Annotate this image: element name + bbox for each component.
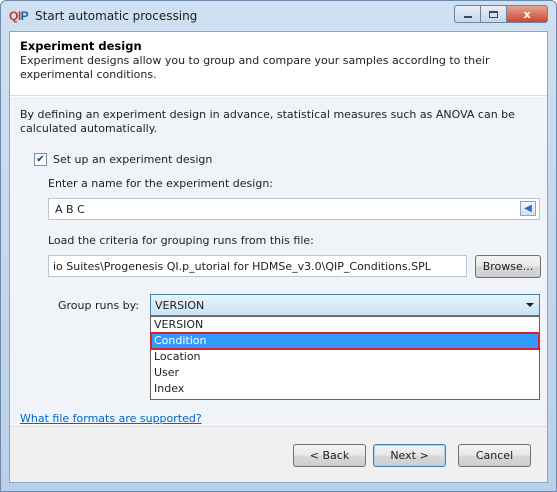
- page-description: Experiment designs allow you to group an…: [20, 54, 490, 81]
- maximize-icon: [489, 10, 498, 18]
- design-name-label: Enter a name for the experiment design:: [48, 177, 273, 190]
- cancel-button[interactable]: Cancel: [458, 444, 531, 467]
- dropdown-option-user[interactable]: User: [151, 365, 539, 381]
- minimize-button[interactable]: [454, 5, 480, 23]
- minimize-icon: [463, 16, 472, 18]
- wizard-header: Experiment design Experiment designs all…: [10, 32, 547, 96]
- chevron-down-icon: [526, 303, 534, 307]
- group-runs-select[interactable]: VERSION: [150, 294, 540, 316]
- design-name-value: A B C: [55, 203, 85, 216]
- intro-text: By defining an experiment design in adva…: [20, 108, 515, 135]
- window-controls: x: [454, 5, 548, 23]
- group-runs-dropdown-list: VERSION Condition Location User Index: [150, 316, 540, 400]
- criteria-file-path-value: io Suites\Progenesis QI.p_utorial for HD…: [53, 260, 431, 273]
- dropdown-option-version[interactable]: VERSION: [151, 317, 539, 333]
- close-button[interactable]: x: [506, 5, 548, 23]
- criteria-file-path-input[interactable]: io Suites\Progenesis QI.p_utorial for HD…: [48, 255, 467, 277]
- browse-button[interactable]: Browse...: [475, 255, 541, 278]
- wizard-footer: < Back Next > Cancel: [10, 426, 547, 482]
- dialog-content: Experiment design Experiment designs all…: [9, 31, 548, 483]
- setup-design-checkbox[interactable]: ✔: [34, 153, 47, 166]
- qip-logo-icon: QIP: [9, 9, 29, 23]
- title-bar[interactable]: QIP Start automatic processing x: [1, 1, 556, 31]
- wizard-body: By defining an experiment design in adva…: [10, 97, 547, 426]
- dialog-window: QIP Start automatic processing x Experim…: [0, 0, 557, 492]
- arrow-left-icon: ◀: [524, 203, 532, 214]
- setup-design-row[interactable]: ✔ Set up an experiment design: [34, 153, 212, 166]
- checkmark-icon: ✔: [36, 154, 45, 165]
- dropdown-option-condition[interactable]: Condition: [150, 332, 540, 350]
- setup-design-label[interactable]: Set up an experiment design: [53, 153, 212, 166]
- load-criteria-label: Load the criteria for grouping runs from…: [48, 234, 314, 247]
- dropdown-option-location[interactable]: Location: [151, 349, 539, 365]
- supported-formats-link[interactable]: What file formats are supported?: [20, 412, 202, 425]
- window-title: Start automatic processing: [35, 9, 198, 23]
- group-runs-label: Group runs by:: [58, 299, 140, 312]
- dropdown-option-index[interactable]: Index: [151, 381, 539, 397]
- close-icon: x: [523, 7, 531, 21]
- back-button[interactable]: < Back: [293, 444, 366, 467]
- group-runs-selected-value: VERSION: [155, 299, 205, 312]
- next-button[interactable]: Next >: [373, 444, 446, 467]
- maximize-button[interactable]: [480, 5, 506, 23]
- apply-name-button[interactable]: ◀: [520, 201, 536, 216]
- page-title: Experiment design: [20, 39, 142, 53]
- design-name-input[interactable]: A B C ◀: [48, 198, 540, 220]
